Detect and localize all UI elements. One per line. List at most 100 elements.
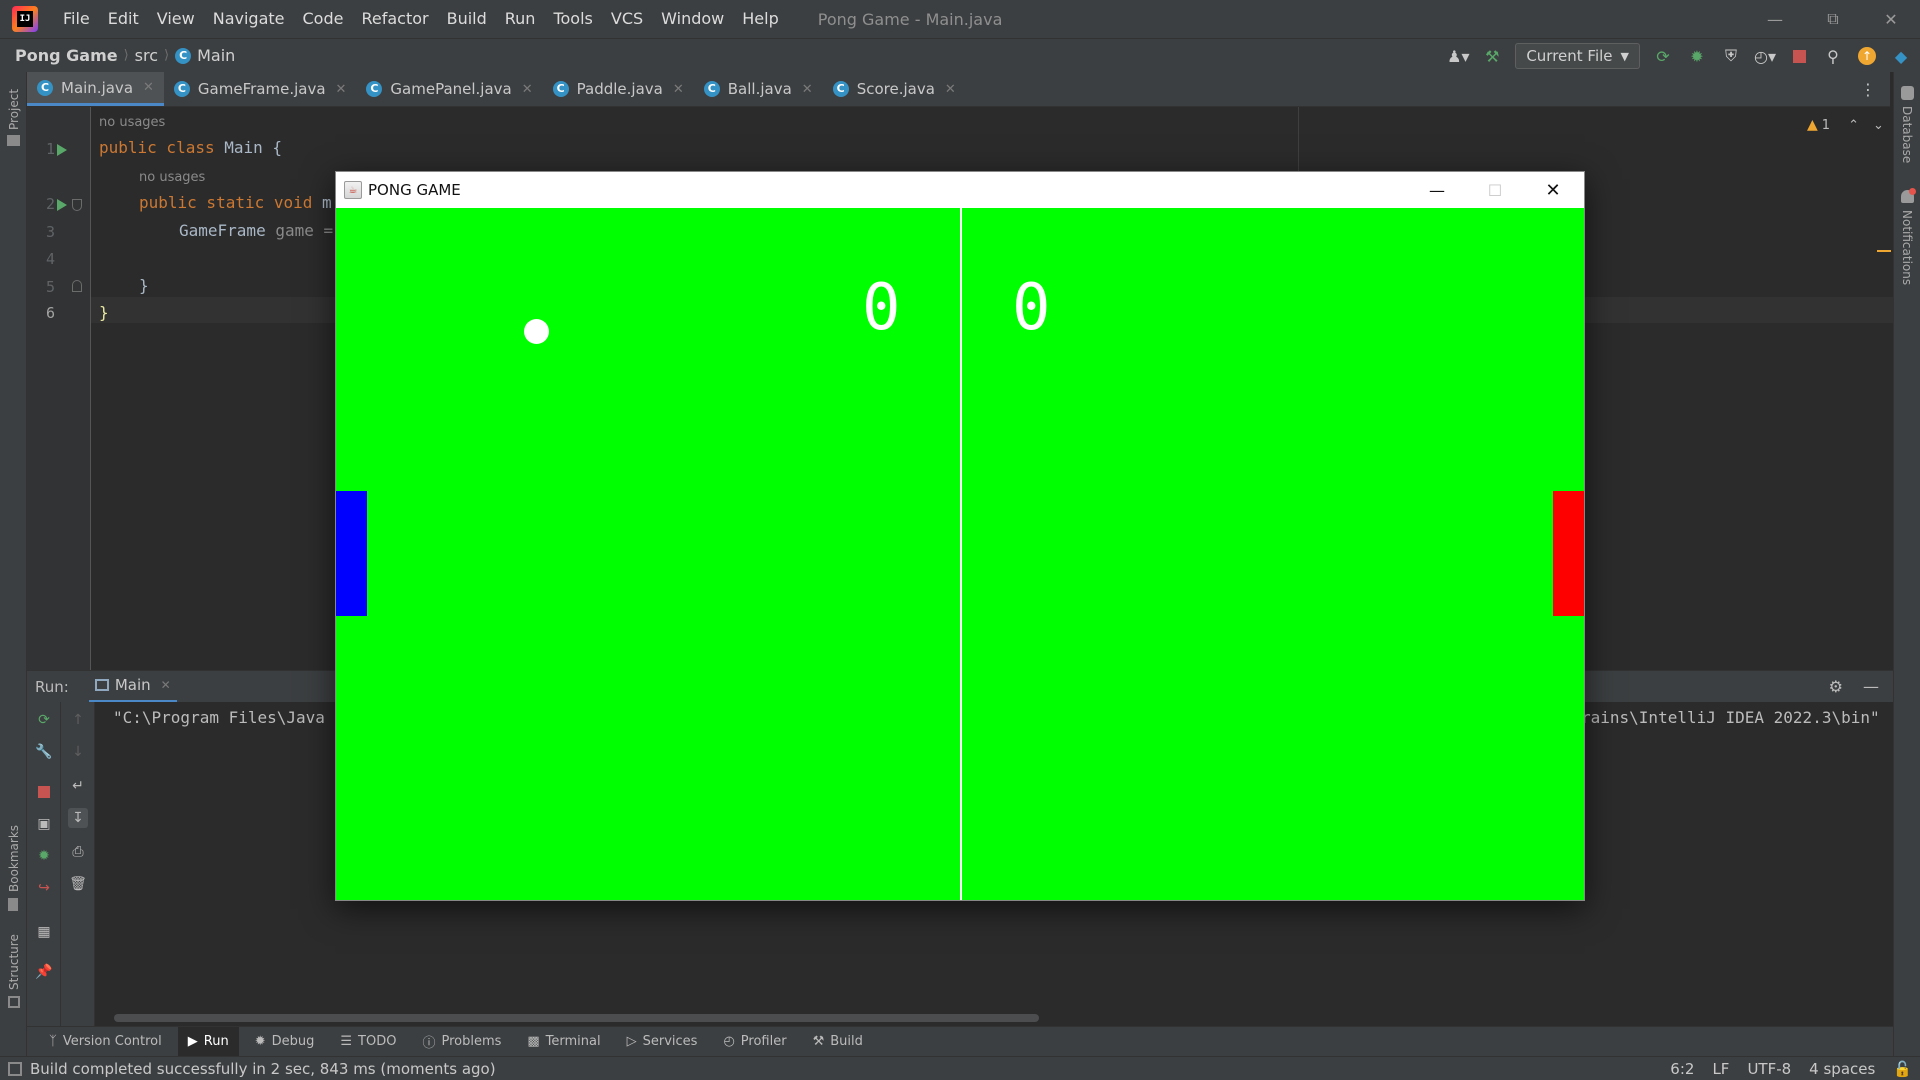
restore-button[interactable]: ⧉	[1804, 0, 1862, 38]
menu-run[interactable]: Run	[496, 0, 545, 38]
project-tool-label[interactable]: Project	[7, 89, 21, 130]
line-separator[interactable]: LF	[1712, 1060, 1729, 1078]
close-icon[interactable]: ✕	[336, 82, 347, 97]
tab-ball-java[interactable]: C Ball.java ✕	[694, 72, 823, 106]
caret-position[interactable]: 6:2	[1670, 1060, 1694, 1078]
folder-icon[interactable]	[7, 135, 20, 146]
menu-help[interactable]: Help	[733, 0, 787, 38]
update-icon[interactable]: ↑	[1856, 45, 1878, 67]
tab-services[interactable]: ▷ Services	[617, 1027, 708, 1057]
close-icon[interactable]: ✕	[673, 82, 684, 97]
pong-maximize-button[interactable]: ☐	[1466, 172, 1524, 208]
tab-build[interactable]: ⚒ Build	[803, 1027, 873, 1057]
pong-close-button[interactable]: ✕	[1524, 172, 1582, 208]
stop-icon[interactable]	[1788, 45, 1810, 67]
hammer-icon[interactable]: ⚒	[1481, 45, 1503, 67]
file-encoding[interactable]: UTF-8	[1747, 1060, 1791, 1078]
menu-window[interactable]: Window	[652, 0, 733, 38]
menu-view[interactable]: View	[148, 0, 204, 38]
scroll-to-end-icon[interactable]: ↧	[68, 808, 88, 828]
gear-icon[interactable]: ⚙	[1829, 677, 1843, 696]
lock-icon[interactable]: 🔓	[1893, 1060, 1912, 1078]
horizontal-scrollbar[interactable]	[114, 1014, 1039, 1022]
more-tabs-icon[interactable]: ⋮	[1860, 72, 1876, 106]
soft-wrap-icon[interactable]: ↵	[68, 776, 88, 796]
panel-toggle-icon[interactable]	[8, 1061, 22, 1076]
tab-todo[interactable]: ☰ TODO	[330, 1027, 406, 1057]
minimize-button[interactable]: —	[1746, 0, 1804, 38]
trash-icon[interactable]: 🗑	[68, 874, 88, 894]
menu-refactor[interactable]: Refactor	[352, 0, 437, 38]
close-icon[interactable]: ✕	[143, 80, 154, 95]
close-icon[interactable]: ✕	[161, 678, 171, 692]
pin-icon[interactable]: 📌	[34, 962, 54, 982]
bookmarks-tool-label[interactable]: Bookmarks	[7, 825, 21, 892]
pong-minimize-button[interactable]: —	[1408, 172, 1466, 208]
chevron-down-icon[interactable]: ⌄	[1873, 118, 1884, 133]
close-icon[interactable]: ✕	[945, 82, 956, 97]
arrow-down-icon[interactable]: ↓	[68, 742, 88, 762]
notifications-tool-label[interactable]: Notifications	[1900, 210, 1914, 285]
close-button[interactable]: ✕	[1862, 0, 1920, 38]
tab-paddle-java[interactable]: C Paddle.java ✕	[543, 72, 694, 106]
breadcrumb-folder[interactable]: src	[135, 46, 158, 65]
print-icon[interactable]: ⎙	[68, 842, 88, 862]
tab-debug[interactable]: ✹ Debug	[245, 1027, 325, 1057]
tab-run[interactable]: ▶ Run	[177, 1026, 239, 1057]
tab-version-control[interactable]: ᛉ Version Control	[39, 1027, 172, 1057]
tab-problems[interactable]: ⓘ Problems	[412, 1027, 511, 1057]
run-gutter-icon[interactable]	[57, 199, 67, 211]
run-config-select[interactable]: Current File ▼	[1515, 43, 1640, 69]
fold-icon[interactable]	[72, 199, 82, 211]
inspection-widget[interactable]: ▲ 1 ⌃ ⌄	[1807, 117, 1884, 133]
exit-icon[interactable]: ↪	[34, 878, 54, 898]
jetbrains-icon[interactable]: ◆	[1890, 45, 1912, 67]
menu-edit[interactable]: Edit	[99, 0, 148, 38]
database-tool-label[interactable]: Database	[1900, 106, 1914, 163]
close-icon[interactable]: ✕	[522, 82, 533, 97]
structure-icon[interactable]	[8, 996, 20, 1008]
arrow-up-icon[interactable]: ↑	[68, 710, 88, 730]
pong-title-bar[interactable]: ☕ PONG GAME — ☐ ✕	[336, 172, 1584, 208]
tab-gameframe-java[interactable]: C GameFrame.java ✕	[164, 72, 357, 106]
camera-icon[interactable]: ▣	[34, 814, 54, 834]
tab-main-java[interactable]: C Main.java ✕	[27, 72, 164, 106]
tab-profiler[interactable]: ◴ Profiler	[713, 1027, 796, 1057]
status-message[interactable]: Build completed successfully in 2 sec, 8…	[30, 1060, 496, 1078]
close-icon[interactable]: ✕	[802, 82, 813, 97]
debug-icon[interactable]: ✹	[1686, 45, 1708, 67]
pong-game-field[interactable]: 0 0	[336, 208, 1584, 900]
user-icon[interactable]: ♟▾	[1447, 45, 1469, 67]
profile-icon[interactable]: ◴▾	[1754, 45, 1776, 67]
hide-panel-icon[interactable]: —	[1863, 677, 1879, 696]
menu-vcs[interactable]: VCS	[602, 0, 652, 38]
menu-build[interactable]: Build	[438, 0, 496, 38]
run-gutter-icon[interactable]	[57, 144, 67, 156]
run-tab-main[interactable]: Main ✕	[88, 671, 177, 703]
structure-tool-label[interactable]: Structure	[7, 934, 21, 990]
tab-score-java[interactable]: C Score.java ✕	[823, 72, 966, 106]
tab-terminal[interactable]: ▩ Terminal	[517, 1027, 610, 1057]
usage-hint[interactable]: no usages	[139, 170, 205, 185]
indent-setting[interactable]: 4 spaces	[1809, 1060, 1875, 1078]
bookmark-icon[interactable]	[8, 898, 18, 911]
menu-tools[interactable]: Tools	[544, 0, 601, 38]
layout-icon[interactable]: ▦	[34, 922, 54, 942]
breadcrumb-class[interactable]: Main	[197, 46, 235, 65]
tab-gamepanel-java[interactable]: C GamePanel.java ✕	[356, 72, 542, 106]
database-icon[interactable]	[1901, 86, 1914, 100]
stop-icon[interactable]	[34, 782, 54, 802]
menu-file[interactable]: File	[54, 0, 99, 38]
debug-restart-icon[interactable]: ✹	[34, 846, 54, 866]
menu-code[interactable]: Code	[294, 0, 353, 38]
error-stripe-mark[interactable]	[1877, 250, 1891, 252]
rerun-icon[interactable]: ⟳	[1652, 45, 1674, 67]
search-icon[interactable]: ⚲	[1822, 45, 1844, 67]
coverage-icon[interactable]: ⛨	[1720, 45, 1742, 67]
rerun-icon[interactable]: ⟳	[34, 710, 54, 730]
chevron-up-icon[interactable]: ⌃	[1848, 118, 1859, 133]
breadcrumb-project[interactable]: Pong Game	[15, 46, 118, 65]
wrench-icon[interactable]: 🔧	[34, 742, 54, 762]
fold-icon[interactable]	[72, 280, 82, 292]
menu-navigate[interactable]: Navigate	[204, 0, 294, 38]
